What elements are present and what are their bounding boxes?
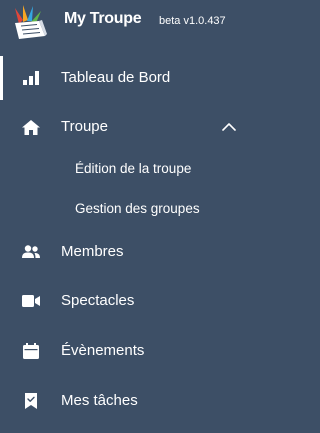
chevron-up-icon[interactable] (221, 119, 237, 135)
calendar-icon (21, 343, 41, 359)
sidebar: My Troupe beta v1.0.437 Tableau de Bord … (0, 0, 245, 433)
subnav-item-manage-groups-label: Gestion des groupes (75, 201, 200, 216)
nav-item-troupe-label: Troupe (61, 118, 108, 135)
nav-item-members-label: Membres (61, 243, 124, 260)
nav-item-dashboard[interactable]: Tableau de Bord (0, 54, 245, 102)
brand-header[interactable]: My Troupe beta v1.0.437 (0, 0, 245, 44)
bookmark-check-icon (21, 393, 41, 409)
nav-item-troupe[interactable]: Troupe (0, 103, 245, 151)
app-version: beta v1.0.437 (159, 15, 226, 27)
subnav-item-edit-troupe-label: Édition de la troupe (75, 161, 192, 176)
app-name: My Troupe (64, 10, 142, 27)
nav-item-tasks[interactable]: Mes tâches (0, 377, 245, 425)
nav-item-dashboard-label: Tableau de Bord (61, 69, 171, 86)
mytroupe-logo-icon (15, 5, 47, 39)
home-icon (21, 119, 41, 135)
subnav-item-manage-groups[interactable]: Gestion des groupes (0, 191, 245, 227)
video-camera-icon (21, 293, 41, 309)
bar-chart-icon (21, 70, 41, 86)
nav-item-members[interactable]: Membres (0, 228, 245, 276)
nav-item-shows-label: Spectacles (61, 292, 135, 309)
nav-item-shows[interactable]: Spectacles (0, 277, 245, 325)
nav-item-events[interactable]: Évènements (0, 327, 245, 375)
subnav-item-edit-troupe[interactable]: Édition de la troupe (0, 151, 245, 187)
nav-item-tasks-label: Mes tâches (61, 392, 138, 409)
users-icon (21, 244, 41, 260)
nav-item-events-label: Évènements (61, 342, 145, 359)
